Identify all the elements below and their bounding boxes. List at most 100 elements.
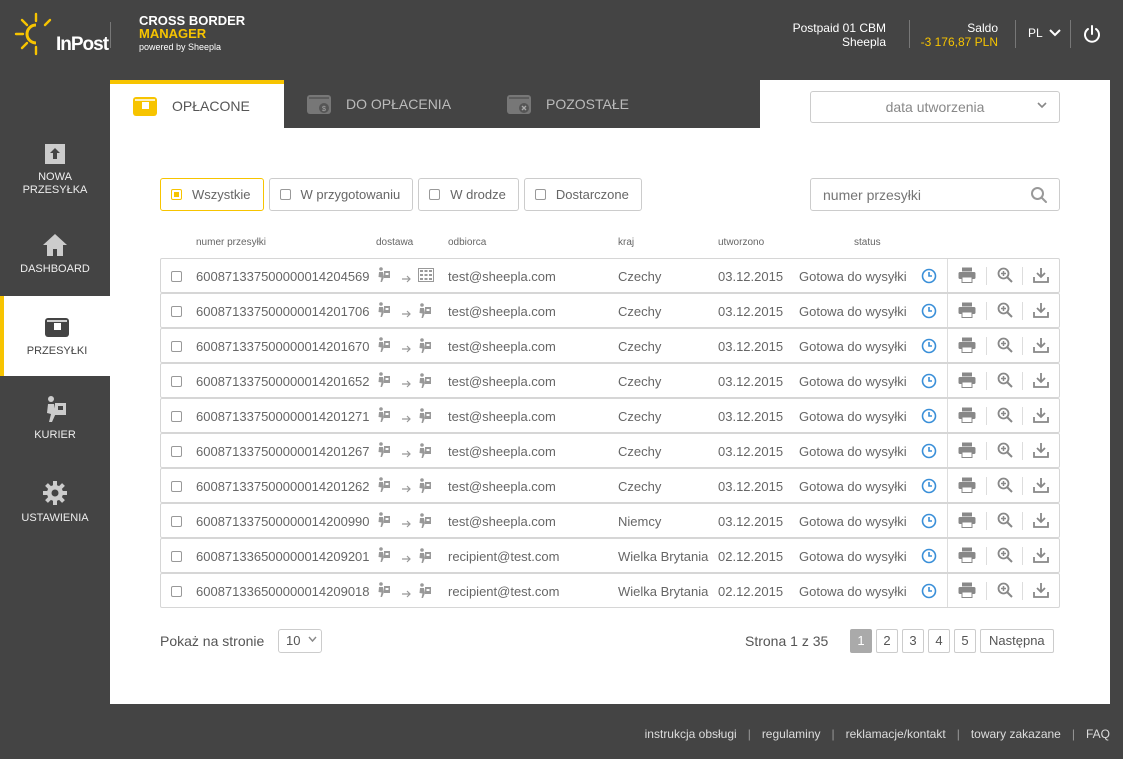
download-icon[interactable] xyxy=(1033,442,1049,461)
page-button-1[interactable]: 1 xyxy=(850,629,872,653)
sidebar-item-courier[interactable]: KURIER xyxy=(0,376,110,460)
row-checkbox[interactable] xyxy=(171,376,182,387)
page-button-4[interactable]: 4 xyxy=(928,629,950,653)
filter-checkbox[interactable] xyxy=(534,189,546,200)
zoom-in-icon[interactable] xyxy=(997,267,1013,286)
language-selector[interactable]: PL xyxy=(1028,26,1061,40)
download-icon[interactable] xyxy=(1033,267,1049,286)
zoom-in-icon[interactable] xyxy=(997,302,1013,321)
tab-to-pay[interactable]: $ DO OPŁACENIA xyxy=(284,80,460,128)
clock-icon[interactable] xyxy=(921,513,937,532)
clock-icon[interactable] xyxy=(921,268,937,287)
download-icon[interactable] xyxy=(1033,547,1049,566)
row-checkbox[interactable] xyxy=(171,306,182,317)
inpost-logo[interactable]: InPost xyxy=(14,12,109,56)
print-icon[interactable] xyxy=(958,442,976,461)
clock-icon[interactable] xyxy=(921,338,937,357)
footer-link-manual[interactable]: instrukcja obsługi xyxy=(645,727,737,741)
next-page-button[interactable]: Następna xyxy=(980,629,1054,653)
filter-all[interactable]: Wszystkie xyxy=(160,178,264,211)
zoom-in-icon[interactable] xyxy=(997,337,1013,356)
download-icon[interactable] xyxy=(1033,302,1049,321)
shipment-number[interactable]: 600871337500000014204569 xyxy=(196,269,370,284)
footer-link-faq[interactable]: FAQ xyxy=(1086,727,1110,741)
row-checkbox[interactable] xyxy=(171,516,182,527)
row-checkbox[interactable] xyxy=(171,586,182,597)
print-icon[interactable] xyxy=(958,372,976,391)
row-checkbox[interactable] xyxy=(171,271,182,282)
sidebar-item-settings[interactable]: USTAWIENIA xyxy=(0,460,110,544)
zoom-in-icon[interactable] xyxy=(997,407,1013,426)
clock-icon[interactable] xyxy=(921,373,937,392)
zoom-in-icon[interactable] xyxy=(997,547,1013,566)
table-row[interactable]: 600871337500000014201271 test@sheepla.com… xyxy=(160,398,1060,433)
table-row[interactable]: 600871337500000014201262 test@sheepla.com… xyxy=(160,468,1060,503)
shipment-number[interactable]: 600871337500000014201670 xyxy=(196,339,370,354)
print-icon[interactable] xyxy=(958,512,976,531)
table-row[interactable]: 600871336500000014209201 recipient@test.c… xyxy=(160,538,1060,573)
clock-icon[interactable] xyxy=(921,303,937,322)
download-icon[interactable] xyxy=(1033,337,1049,356)
page-button-2[interactable]: 2 xyxy=(876,629,898,653)
shipment-number[interactable]: 600871337500000014200990 xyxy=(196,514,370,529)
shipment-number[interactable]: 600871337500000014201706 xyxy=(196,304,370,319)
filter-delivered[interactable]: Dostarczone xyxy=(523,178,642,211)
table-row[interactable]: 600871337500000014200990 test@sheepla.com… xyxy=(160,503,1060,538)
row-checkbox[interactable] xyxy=(171,411,182,422)
power-icon[interactable] xyxy=(1082,24,1102,44)
shipment-number[interactable]: 600871337500000014201267 xyxy=(196,444,370,459)
print-icon[interactable] xyxy=(958,302,976,321)
download-icon[interactable] xyxy=(1033,512,1049,531)
row-checkbox[interactable] xyxy=(171,481,182,492)
page-button-5[interactable]: 5 xyxy=(954,629,976,653)
download-icon[interactable] xyxy=(1033,477,1049,496)
clock-icon[interactable] xyxy=(921,583,937,602)
sidebar-item-new-shipment[interactable]: NOWA PRZESYŁKA xyxy=(0,128,110,212)
zoom-in-icon[interactable] xyxy=(997,372,1013,391)
download-icon[interactable] xyxy=(1033,372,1049,391)
table-row[interactable]: 600871337500000014201670 test@sheepla.com… xyxy=(160,328,1060,363)
zoom-in-icon[interactable] xyxy=(997,477,1013,496)
sidebar-item-shipments[interactable]: PRZESYŁKI xyxy=(0,296,110,376)
tab-other[interactable]: POZOSTAŁE xyxy=(460,80,660,128)
clock-icon[interactable] xyxy=(921,443,937,462)
filter-in-preparation[interactable]: W przygotowaniu xyxy=(268,178,414,211)
print-icon[interactable] xyxy=(958,407,976,426)
filter-checkbox[interactable] xyxy=(429,189,441,200)
per-page-select[interactable]: 10 xyxy=(278,629,322,653)
tab-paid[interactable]: OPŁACONE xyxy=(110,80,284,128)
download-icon[interactable] xyxy=(1033,407,1049,426)
print-icon[interactable] xyxy=(958,267,976,286)
table-row[interactable]: 600871337500000014201706 test@sheepla.com… xyxy=(160,293,1060,328)
sort-date-select[interactable]: data utworzenia xyxy=(810,91,1060,123)
sidebar-item-dashboard[interactable]: DASHBOARD xyxy=(0,212,110,296)
row-checkbox[interactable] xyxy=(171,551,182,562)
page-button-3[interactable]: 3 xyxy=(902,629,924,653)
print-icon[interactable] xyxy=(958,582,976,601)
footer-link-complaints[interactable]: reklamacje/kontakt xyxy=(846,727,946,741)
row-checkbox[interactable] xyxy=(171,446,182,457)
shipment-number[interactable]: 600871337500000014201262 xyxy=(196,479,370,494)
print-icon[interactable] xyxy=(958,477,976,496)
table-row[interactable]: 600871337500000014201267 test@sheepla.com… xyxy=(160,433,1060,468)
shipment-number[interactable]: 600871336500000014209201 xyxy=(196,549,370,564)
footer-link-prohibited[interactable]: towary zakazane xyxy=(971,727,1061,741)
zoom-in-icon[interactable] xyxy=(997,442,1013,461)
clock-icon[interactable] xyxy=(921,408,937,427)
filter-checkbox[interactable] xyxy=(279,189,291,200)
shipment-number[interactable]: 600871336500000014209018 xyxy=(196,584,370,599)
table-row[interactable]: 600871337500000014204569 test@sheepla.com… xyxy=(160,258,1060,293)
clock-icon[interactable] xyxy=(921,478,937,497)
print-icon[interactable] xyxy=(958,337,976,356)
download-icon[interactable] xyxy=(1033,582,1049,601)
filter-in-transit[interactable]: W drodze xyxy=(418,178,519,211)
clock-icon[interactable] xyxy=(921,548,937,567)
print-icon[interactable] xyxy=(958,547,976,566)
zoom-in-icon[interactable] xyxy=(997,582,1013,601)
search-input[interactable] xyxy=(810,178,1060,211)
table-row[interactable]: 600871336500000014209018 recipient@test.c… xyxy=(160,573,1060,608)
filter-checkbox[interactable] xyxy=(171,189,182,200)
shipment-number[interactable]: 600871337500000014201652 xyxy=(196,374,370,389)
footer-link-terms[interactable]: regulaminy xyxy=(762,727,821,741)
shipment-number[interactable]: 600871337500000014201271 xyxy=(196,409,370,424)
